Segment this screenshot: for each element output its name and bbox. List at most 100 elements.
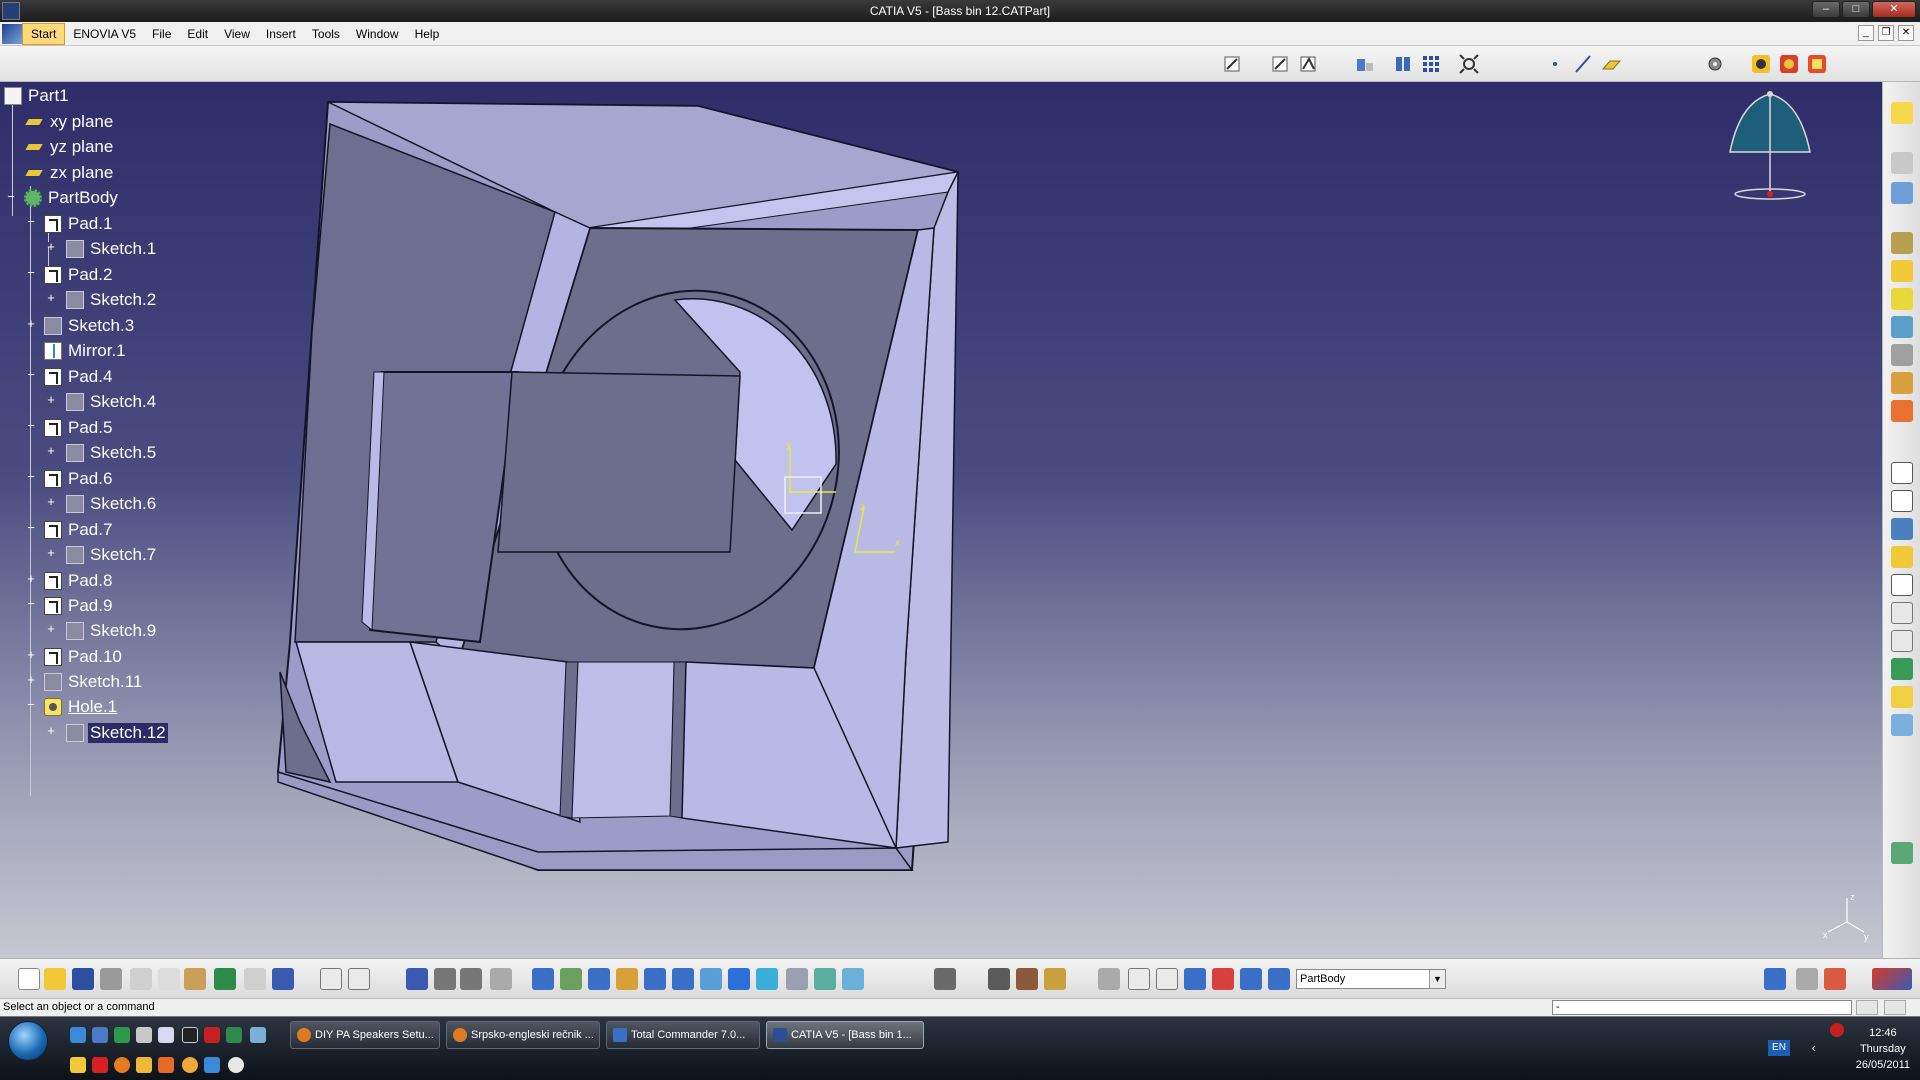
mirror-feature-icon[interactable] [1891, 518, 1913, 540]
maximize-button[interactable]: □ [1842, 1, 1870, 18]
expand-pad8-icon[interactable]: + [26, 572, 36, 585]
cut-icon[interactable] [130, 968, 152, 990]
line-icon[interactable] [1572, 53, 1594, 75]
multi-view-icon[interactable] [728, 968, 750, 990]
doc-minimize-button[interactable]: _ [1858, 25, 1874, 41]
grid-icon[interactable] [1420, 53, 1442, 75]
shaft-tool-icon[interactable] [1891, 288, 1913, 310]
collapse-partbody-icon[interactable]: − [6, 190, 16, 203]
thread-tool-icon[interactable] [1891, 546, 1913, 568]
firefox-icon[interactable] [114, 1057, 130, 1073]
tree-node-sketch5[interactable]: Sketch.5 [66, 441, 158, 465]
fillet-tool-icon[interactable] [1891, 400, 1913, 422]
boolean-tool-icon[interactable] [1891, 714, 1913, 736]
zoom-out-icon[interactable] [672, 968, 694, 990]
axis-system-icon[interactable] [1128, 968, 1150, 990]
expand-sketch4-icon[interactable]: + [46, 393, 56, 406]
apply-material-icon[interactable] [1891, 842, 1913, 864]
tree-node-sketch6[interactable]: Sketch.6 [66, 492, 158, 516]
app-quicklaunch-icon[interactable] [158, 1027, 174, 1043]
command-stop-button[interactable] [1884, 1000, 1906, 1015]
zoom-in-icon[interactable] [644, 968, 666, 990]
minimize-button[interactable]: – [1812, 1, 1840, 18]
tree-node-sketch4[interactable]: Sketch.4 [66, 390, 158, 414]
clock[interactable]: 12:46 Thursday 26/05/2011 [1856, 1025, 1910, 1073]
pad-feature-icon[interactable] [1891, 462, 1913, 484]
doc-close-button[interactable]: ✕ [1898, 25, 1914, 41]
app-quicklaunch-icon[interactable] [136, 1027, 152, 1043]
isometric-view-icon[interactable] [756, 968, 778, 990]
new-document-icon[interactable] [18, 968, 40, 990]
app-quicklaunch-icon[interactable] [250, 1027, 266, 1043]
surface-tool-icon[interactable] [1891, 686, 1913, 708]
swap-space-icon[interactable] [842, 968, 864, 990]
menu-tools[interactable]: Tools [304, 22, 348, 46]
show-desktop-icon[interactable] [92, 1027, 108, 1043]
undo-icon[interactable] [214, 968, 236, 990]
catia-start-icon[interactable] [2, 23, 22, 44]
text-icon[interactable] [1764, 968, 1786, 990]
collapse-pad2-icon[interactable]: − [26, 266, 36, 279]
tree-node-partbody[interactable]: PartBody [24, 186, 120, 210]
tree-node-zx-plane[interactable]: zx plane [26, 161, 115, 185]
tree-node-pad2[interactable]: Pad.2 [44, 263, 114, 287]
plane-icon[interactable] [1600, 53, 1622, 75]
app-quicklaunch-icon[interactable] [136, 1057, 152, 1073]
update-icon[interactable] [934, 968, 956, 990]
open-folder-icon[interactable] [44, 968, 66, 990]
ie-icon[interactable] [204, 1057, 220, 1073]
snap-icon[interactable] [1458, 53, 1480, 75]
collapse-pad7-icon[interactable]: − [26, 521, 36, 534]
copy-icon[interactable] [158, 968, 180, 990]
pocket-feature-icon[interactable] [1891, 490, 1913, 512]
pad-tool-icon[interactable] [1891, 232, 1913, 254]
expand-sketch9-icon[interactable]: + [46, 622, 56, 635]
excel-icon[interactable] [114, 1027, 130, 1043]
list-icon[interactable] [1240, 968, 1262, 990]
thickness-tool-icon[interactable] [1891, 658, 1913, 680]
expand-sketch3-icon[interactable]: + [26, 317, 36, 330]
expand-sketch7-icon[interactable]: + [46, 546, 56, 559]
taskbar-button-total-commander[interactable]: Total Commander 7.0... [606, 1021, 760, 1049]
paste-icon[interactable] [184, 968, 206, 990]
ie-icon[interactable] [70, 1027, 86, 1043]
taskbar-button-srpsko-engleski[interactable]: Srpsko-engleski rečnik ... [446, 1021, 600, 1049]
menu-edit[interactable]: Edit [179, 22, 216, 46]
collapse-pad5-icon[interactable]: − [26, 419, 36, 432]
search-icon[interactable] [1796, 968, 1818, 990]
tree-node-pad5[interactable]: Pad.5 [44, 416, 114, 440]
redo-icon[interactable] [244, 968, 266, 990]
tree-node-sketch11[interactable]: Sketch.11 [44, 670, 144, 694]
body-icon-toolbar[interactable] [1184, 968, 1206, 990]
plane-tools-icon[interactable] [1891, 182, 1913, 204]
expand-sketch2-icon[interactable]: + [46, 291, 56, 304]
tree-node-xy-plane[interactable]: xy plane [26, 110, 115, 134]
collapse-hole1-icon[interactable]: − [26, 698, 36, 711]
menu-view[interactable]: View [216, 22, 258, 46]
tray-expand-icon[interactable]: ‹ [1812, 1040, 1816, 1055]
knowledge-icon[interactable] [434, 968, 456, 990]
define-in-work-object-icon[interactable] [1268, 968, 1290, 990]
tree-node-pad9[interactable]: Pad.9 [44, 594, 114, 618]
winrar-icon[interactable] [70, 1057, 86, 1073]
power-copy-icon[interactable] [1824, 968, 1846, 990]
collapse-pad6-icon[interactable]: − [26, 470, 36, 483]
collapse-pad9-icon[interactable]: − [26, 597, 36, 610]
measure-item-icon[interactable] [1044, 968, 1066, 990]
tree-node-sketch12[interactable]: Sketch.12 [66, 721, 168, 745]
tree-node-sketch7[interactable]: Sketch.7 [66, 543, 158, 567]
fly-mode-icon[interactable] [532, 968, 554, 990]
tree-node-pad7[interactable]: Pad.7 [44, 518, 114, 542]
tree-node-pad1[interactable]: Pad.1 [44, 212, 114, 236]
menu-start[interactable]: Start [22, 22, 66, 45]
media-player-icon[interactable] [182, 1027, 198, 1043]
measure-inertia-icon[interactable] [1392, 53, 1414, 75]
groove-tool-icon[interactable] [1891, 316, 1913, 338]
command-clear-button[interactable] [1856, 1000, 1878, 1015]
expand-sketch6-icon[interactable]: + [46, 495, 56, 508]
language-indicator[interactable]: EN [1768, 1040, 1790, 1056]
tree-node-hole1[interactable]: Hole.1 [44, 695, 119, 719]
expand-sketch5-icon[interactable]: + [46, 444, 56, 457]
constraint-icon[interactable] [988, 968, 1010, 990]
command-input[interactable]: - [1552, 1000, 1852, 1015]
